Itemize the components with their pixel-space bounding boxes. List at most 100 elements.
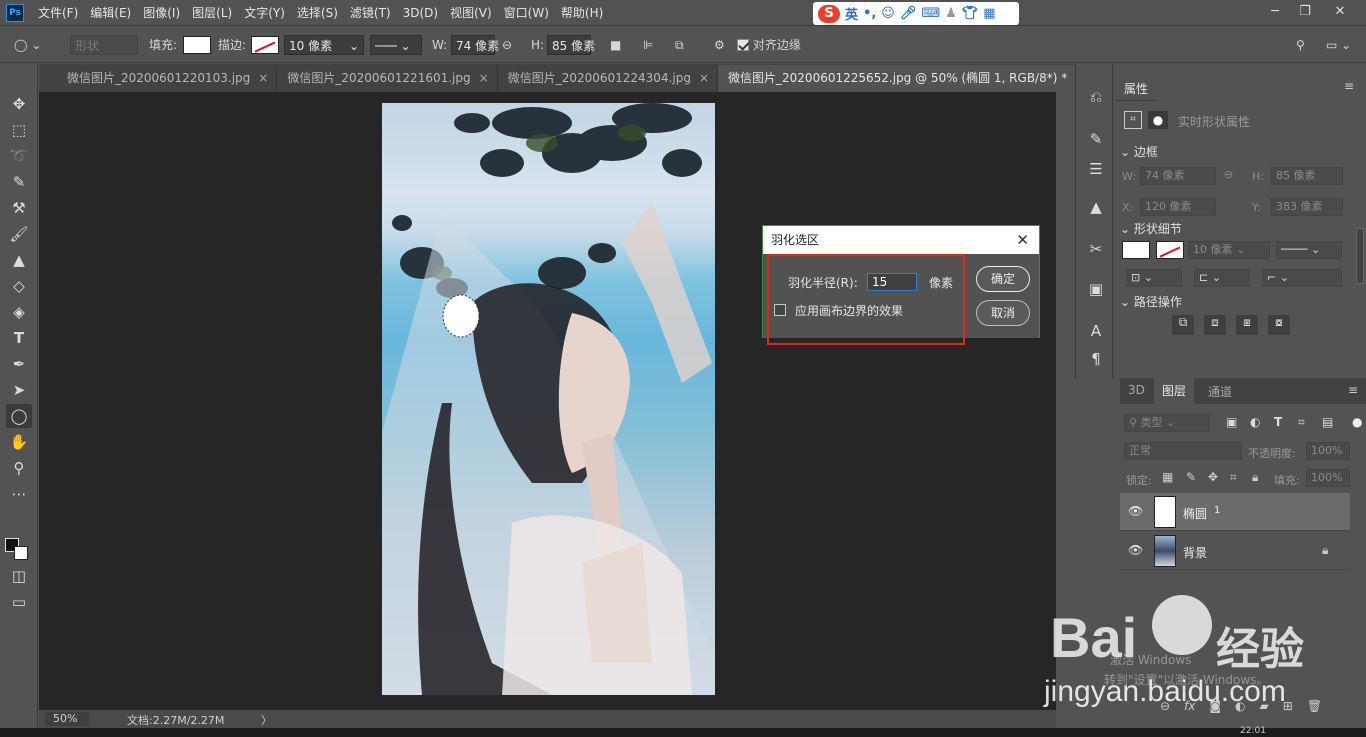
prop-stroke-style-select[interactable]: ──── ⌄ [1276, 241, 1342, 259]
fill-field[interactable]: 100% [1306, 469, 1350, 487]
layer-name[interactable]: 背景 [1183, 544, 1207, 561]
prop-x-field[interactable]: 120 像素 [1140, 198, 1216, 216]
pen-tool-icon[interactable]: ✒ [6, 352, 32, 376]
minimize-icon[interactable]: ─ [1260, 2, 1290, 22]
stamp-tool-icon[interactable]: ▲ [6, 248, 32, 272]
new-layer-icon[interactable]: ⊞ [1283, 699, 1293, 713]
stroke-swatch[interactable] [251, 36, 279, 54]
lock-all-icon[interactable]: 🔒︎ [1252, 470, 1258, 485]
close-icon[interactable]: ✕ [1325, 2, 1355, 22]
user-icon[interactable]: ♟ [945, 6, 957, 21]
path-ops-header[interactable]: ⌄ 路径操作 [1120, 293, 1182, 310]
sogou-icon[interactable]: S [818, 4, 840, 23]
filter-smart-object-icon[interactable]: ▤ [1322, 415, 1333, 429]
menu-file[interactable]: 文件(F) [32, 0, 84, 26]
mic-icon[interactable]: 🎤︎ [900, 6, 917, 21]
lasso-tool-icon[interactable]: ➰ [6, 144, 32, 168]
screen-mode-icon[interactable]: ▭ [6, 590, 32, 614]
eye-icon[interactable]: 👁︎ [1128, 504, 1143, 518]
close-icon[interactable]: × [258, 71, 268, 85]
fx-icon[interactable]: fx [1184, 699, 1195, 713]
tool-presets-icon[interactable]: ✂ [1085, 238, 1107, 260]
menu-window[interactable]: 窗口(W) [498, 0, 555, 26]
path-selection-tool-icon[interactable]: ➤ [6, 378, 32, 402]
ellipse-tool-preset-icon[interactable]: ◯ ⌄ [14, 35, 54, 55]
lock-image-icon[interactable]: ✎ [1186, 470, 1196, 484]
shape-properties-icon[interactable]: ⌗ [1124, 111, 1142, 129]
menu-help[interactable]: 帮助(H) [555, 0, 609, 26]
filter-pixel-icon[interactable]: ▣ [1226, 415, 1237, 429]
keyboard-icon[interactable]: ⌨ [921, 6, 940, 21]
subtract-shape-icon[interactable]: ⧈ [1204, 315, 1226, 335]
stroke-corner-select[interactable]: ⌐ ⌄ [1262, 269, 1342, 287]
history-icon[interactable]: ⎌ [1085, 86, 1107, 108]
panel-menu-icon[interactable]: ≡ [1348, 383, 1358, 397]
stroke-cap-select[interactable]: ⊏ ⌄ [1194, 269, 1250, 287]
eraser-tool-icon[interactable]: ◇ [6, 274, 32, 298]
grid-icon[interactable]: ▦ [983, 6, 995, 21]
link-icon[interactable]: ⊖ [502, 35, 512, 55]
brush-tool-icon[interactable]: 🖌︎ [6, 222, 32, 246]
new-adjustment-icon[interactable]: ◐ [1235, 699, 1245, 713]
layer-name[interactable]: 椭圆 [1183, 505, 1207, 522]
ime-mode[interactable]: 英 [845, 4, 858, 23]
brush-settings-icon[interactable]: ✎ [1085, 128, 1107, 150]
path-arrangement-icon[interactable]: ⧉ [675, 35, 684, 55]
intersect-shapes-icon[interactable]: ⧆ [1236, 315, 1258, 335]
workspace-icon[interactable]: ▭ ⌄ [1326, 35, 1351, 55]
prop-fill-swatch[interactable] [1122, 241, 1150, 259]
menu-filter[interactable]: 滤镜(T) [344, 0, 397, 26]
width-field[interactable]: 74 像素 [451, 35, 499, 55]
path-operations-icon[interactable]: ■ [610, 35, 621, 55]
punctuation-icon[interactable]: •, [863, 6, 876, 21]
paint-bucket-tool-icon[interactable]: ◈ [6, 300, 32, 324]
stroke-width-field[interactable]: 10 像素 ⌄ [284, 35, 364, 55]
combine-shapes-icon[interactable]: ⧉ [1172, 315, 1194, 335]
menu-type[interactable]: 文字(Y) [238, 0, 291, 26]
delete-layer-icon[interactable]: 🗑︎ [1307, 699, 1322, 713]
zoom-level[interactable]: 50% [45, 712, 89, 726]
status-menu-arrow-icon[interactable]: 〉 [261, 712, 272, 728]
layer-row-background[interactable]: 👁︎ 背景 🔒︎ [1120, 532, 1350, 570]
properties-scrollbar[interactable] [1356, 228, 1364, 284]
eyedropper-tool-icon[interactable]: ⚒ [6, 196, 32, 220]
tab-doc-4[interactable]: 微信图片_20200601225652.jpg @ 50% (椭圆 1, RGB… [718, 65, 1095, 92]
tab-doc-2[interactable]: 微信图片_20200601221601.jpg × [277, 65, 498, 92]
mask-properties-icon[interactable]: ● [1148, 111, 1168, 129]
ellipse-selection[interactable] [442, 294, 480, 338]
fill-swatch[interactable] [183, 36, 211, 54]
link-icon[interactable]: ⊖ [1224, 168, 1233, 181]
filter-toggle-icon[interactable]: ● [1352, 415, 1362, 429]
actions-icon[interactable]: ▣ [1085, 278, 1107, 300]
prop-y-field[interactable]: 383 像素 [1271, 198, 1343, 216]
dialog-titlebar[interactable]: 羽化选区 ✕ [763, 226, 1039, 254]
cancel-button[interactable]: 取消 [976, 300, 1030, 326]
tab-properties[interactable]: 属性 [1116, 77, 1157, 101]
path-alignment-icon[interactable]: ⊫ [643, 35, 653, 55]
link-layers-icon[interactable]: ⊖ [1160, 699, 1170, 713]
search-icon[interactable]: ⚲ [1296, 35, 1305, 55]
marquee-tool-icon[interactable]: ⬚ [6, 118, 32, 142]
close-icon[interactable]: × [699, 71, 709, 85]
prop-height-field[interactable]: 85 像素 [1271, 167, 1343, 185]
zoom-tool-icon[interactable]: ⚲ [6, 456, 32, 480]
more-tools-icon[interactable]: ⋯ [6, 482, 32, 506]
tab-layers[interactable]: 图层 [1154, 378, 1195, 404]
shirt-icon[interactable]: 👕︎ [962, 6, 979, 21]
quick-mask-icon[interactable]: ◫ [6, 564, 32, 588]
quick-select-tool-icon[interactable]: ✎ [6, 170, 32, 194]
lock-artboard-icon[interactable]: ⌗ [1230, 470, 1237, 485]
hand-tool-icon[interactable]: ✋ [6, 430, 32, 454]
align-edges-checkbox[interactable]: 对齐边缘 [737, 35, 801, 55]
lock-position-icon[interactable]: ✥ [1208, 470, 1218, 484]
paragraph-icon[interactable]: ¶ [1085, 348, 1107, 370]
add-mask-icon[interactable]: ◙ [1209, 699, 1221, 713]
stroke-style-select[interactable]: ─── ⌄ [370, 35, 422, 55]
menu-edit[interactable]: 编辑(E) [84, 0, 137, 26]
height-field[interactable]: 85 像素 [547, 35, 595, 55]
move-tool-icon[interactable]: ✥ [6, 92, 32, 116]
opacity-field[interactable]: 100% [1306, 442, 1350, 460]
menu-image[interactable]: 图像(I) [137, 0, 186, 26]
type-tool-icon[interactable]: T [6, 326, 32, 350]
new-group-icon[interactable]: ▰ [1260, 699, 1269, 713]
